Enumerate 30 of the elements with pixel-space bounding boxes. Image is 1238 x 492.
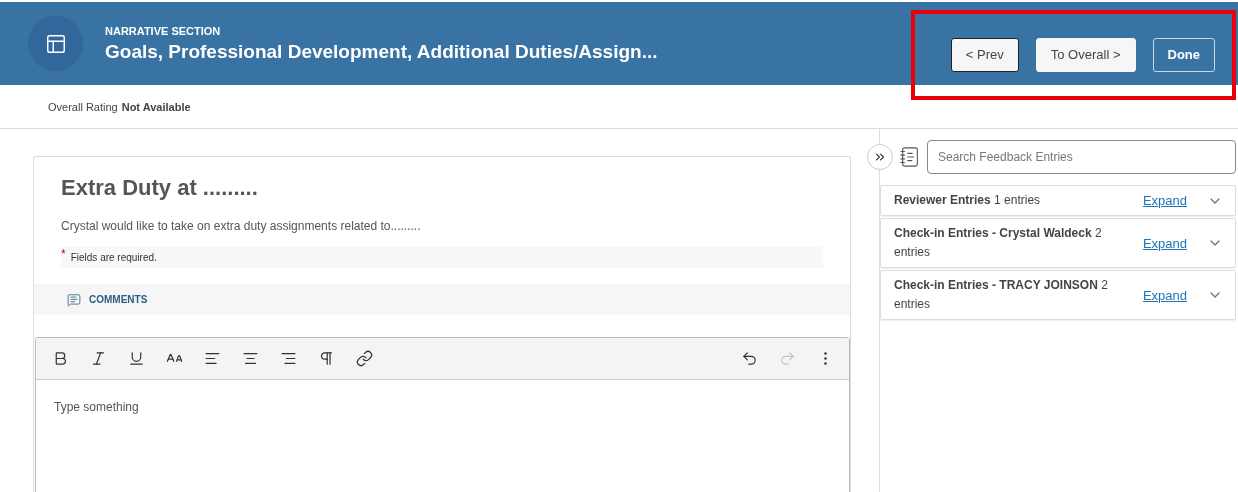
align-right-icon[interactable] — [279, 350, 297, 367]
rating-label: Overall Rating — [48, 100, 118, 113]
search-field[interactable]: Search Feedback Entries — [927, 139, 1236, 174]
nav-button[interactable]: Done — [1152, 37, 1215, 72]
nav-button[interactable]: < Prev — [950, 37, 1019, 72]
goal-title: Extra Duty at ......... — [60, 174, 259, 201]
required-mark: * — [61, 247, 66, 261]
collapse-button[interactable] — [867, 143, 893, 170]
notes-icon — [899, 145, 921, 168]
align-left-icon[interactable] — [203, 350, 221, 367]
goal-description: Crystal would like to take on extra duty assignments related to......... — [60, 218, 422, 233]
nav-button[interactable]: To Overall > — [1035, 37, 1136, 72]
comments-tab[interactable]: COMMENTS — [34, 284, 850, 315]
align-center-icon[interactable] — [241, 350, 259, 367]
underline-icon[interactable] — [127, 350, 145, 367]
section-title: Goals, Professional Development, Additional Duties/Assign... — [105, 40, 659, 63]
expand-link[interactable]: Expand — [1142, 193, 1187, 208]
rating-value: Not Available — [121, 100, 191, 113]
undo-icon[interactable] — [740, 350, 758, 367]
text-input-field[interactable]: Type something — [36, 380, 849, 492]
entry-title: Check-in Entries - TRACY JOINSON 2 entries — [894, 277, 1109, 313]
entry-title: Check-in Entries - Crystal Waldeck 2 entries — [894, 225, 1103, 261]
entry-title: Reviewer Entries 1 entries — [894, 192, 1042, 209]
expand-link[interactable]: Expand — [1142, 287, 1187, 303]
section-label: NARRATIVE SECTION — [105, 24, 222, 37]
comments-label: COMMENTS — [89, 294, 148, 305]
comment-icon — [67, 292, 81, 307]
link-icon[interactable] — [355, 350, 373, 367]
required-note: Fields are required. — [70, 252, 157, 263]
expand-link[interactable]: Expand — [1142, 235, 1187, 251]
